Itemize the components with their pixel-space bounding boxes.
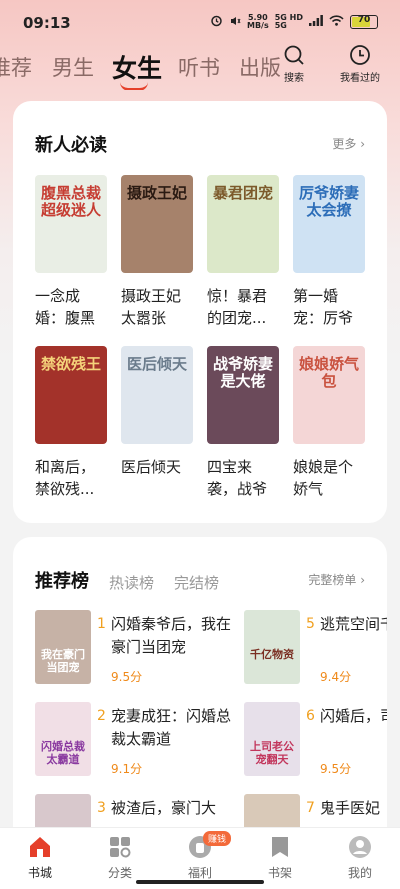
book-cover [35,794,91,827]
tab-male[interactable]: 男生 [52,52,94,82]
book-title: 逃荒空间千亿物资 [320,615,387,633]
active-tab-indicator [120,82,148,90]
book-title: 四宝来袭，战爷娇... [207,458,268,498]
ranking-section: 推荐榜 热读榜 完结榜 完整榜单 › 我在豪门当团宠 1 闪婚秦爷后，我在豪门当… [13,537,387,837]
book-cover: 上司老公宠翻天 [244,702,300,776]
book-title: 医后倾天 [121,458,182,476]
history-button[interactable]: 我看过的 [340,44,380,84]
tab-completed-rank[interactable]: 完结榜 [174,572,219,593]
book-cover: 摄政王妃 [121,175,193,273]
wifi-icon [329,15,344,29]
home-icon [30,837,50,857]
book-title: 闪婚秦爷后，我在豪门当团宠 [111,615,232,656]
book-title: 和离后，禁欲残... [35,458,96,498]
rank-number: 6 [306,708,315,724]
battery-icon: 70 [350,15,378,29]
book-title: 一念成婚：腹黑总... [35,287,96,327]
status-bar: 09:13 5.90 MB/s 5G HD 5G 70 [0,0,400,44]
full-ranking-link[interactable]: 完整榜单 › [308,571,365,588]
book-title: 闪婚后，司老公宠 [320,707,387,725]
book-cover: 闪婚总裁太霸道 [35,702,91,776]
earn-badge: 赚钱 [203,831,232,846]
more-link[interactable]: 更多 › [332,135,365,152]
book-item[interactable]: 厉爷娇妻太会撩 第一婚宠：厉爷娇... [293,175,365,329]
home-indicator [136,880,264,884]
tab-recommend[interactable]: 推荐 [0,52,32,82]
rank-number: 1 [97,616,106,632]
ranking-item[interactable]: 上司老公宠翻天 6 闪婚后，司老公宠 9.5分 [244,702,387,782]
network-speed: 5.90 MB/s [246,13,269,30]
book-cover: 娘娘娇气包 [293,346,365,444]
tab-audiobook[interactable]: 听书 [178,52,220,82]
book-title: 第一婚宠：厉爷娇... [293,287,354,327]
book-cover: 禁欲残王 [35,346,107,444]
book-item[interactable]: 娘娘娇气包 娘娘是个娇气包，... [293,346,365,500]
book-score: 9.5分 [111,670,143,684]
book-title: 鬼手医妃 [320,799,381,817]
nav-label: 福利 [187,866,212,880]
book-title: 摄政王妃太嚣张 [121,287,182,327]
mute-icon [229,15,241,30]
section-title: 新人必读 [35,135,107,156]
nav-label: 我的 [347,866,372,880]
bookmark-icon [272,837,288,857]
alarm-icon [210,14,223,30]
grid-icon [110,837,131,858]
nav-label: 书架 [267,866,292,880]
search-label: 搜索 [284,73,304,84]
network-type: 5G HD 5G [274,13,303,30]
book-cover: 暴君团宠 [207,175,279,273]
rank-number: 7 [306,800,315,816]
signal-icon [309,15,323,29]
book-cover: 我在豪门当团宠 [35,610,91,684]
book-item[interactable]: 医后倾天 医后倾天 [121,346,193,500]
clock-icon [350,45,370,65]
book-item[interactable]: 摄政王妃 摄政王妃太嚣张 [121,175,193,329]
ranking-item[interactable]: 闪婚总裁太霸道 2 宠妻成狂：闪婚总裁太霸道 9.1分 [35,702,235,782]
category-tabs: 推荐 男生 女生 听书 出版 [0,46,280,90]
book-cover: 厉爷娇妻太会撩 [293,175,365,273]
book-cover: 千亿物资 [244,610,300,684]
rank-number: 2 [97,708,106,724]
rank-number: 3 [97,800,106,816]
book-cover: 腹黑总裁超级迷人 [35,175,107,273]
status-icons: 5.90 MB/s 5G HD 5G 70 [210,14,378,30]
book-item[interactable]: 暴君团宠 惊！暴君的团宠... [207,175,279,329]
book-cover [244,794,300,827]
nav-label: 书城 [27,866,52,880]
search-button[interactable]: 搜索 [283,44,305,84]
tab-publishing[interactable]: 出版 [239,52,280,82]
tab-recommend-rank[interactable]: 推荐榜 [35,567,89,593]
book-score: 9.1分 [111,762,143,776]
tab-female[interactable]: 女生 [112,49,162,85]
book-title: 娘娘是个娇气包，... [293,458,354,498]
rank-number: 5 [306,616,315,632]
search-icon [284,45,304,65]
book-item[interactable]: 腹黑总裁超级迷人 一念成婚：腹黑总... [35,175,107,329]
ranking-item[interactable]: 7 鬼手医妃 [244,794,387,827]
status-time: 09:13 [23,14,71,32]
book-title: 惊！暴君的团宠... [207,287,268,327]
nav-bookshelf[interactable]: 书架 [250,834,310,881]
ranking-item[interactable]: 我在豪门当团宠 1 闪婚秦爷后，我在豪门当团宠 9.5分 [35,610,235,690]
ranking-tabs: 推荐榜 热读榜 完结榜 [35,567,219,593]
nav-category[interactable]: 分类 [90,834,150,881]
book-title: 宠妻成狂：闪婚总裁太霸道 [111,707,232,748]
book-title: 被渣后，豪门大 [111,799,217,817]
user-icon [349,836,371,858]
nav-profile[interactable]: 我的 [330,834,390,881]
ranking-item[interactable]: 3 被渣后，豪门大 [35,794,235,827]
nav-label: 分类 [107,866,132,880]
book-cover: 战爷娇妻是大佬 [207,346,279,444]
book-cover: 医后倾天 [121,346,193,444]
book-score: 9.5分 [320,762,352,776]
tab-hot-rank[interactable]: 热读榜 [109,572,154,593]
nav-bookstore[interactable]: 书城 [10,834,70,881]
book-score: 9.4分 [320,670,352,684]
new-reader-section: 新人必读 更多 › 腹黑总裁超级迷人 一念成婚：腹黑总... 摄政王妃 摄政王妃… [13,101,387,523]
history-label: 我看过的 [340,73,380,84]
book-item[interactable]: 禁欲残王 和离后，禁欲残... [35,346,107,500]
book-item[interactable]: 战爷娇妻是大佬 四宝来袭，战爷娇... [207,346,279,500]
ranking-item[interactable]: 千亿物资 5 逃荒空间千亿物资 9.4分 [244,610,387,690]
